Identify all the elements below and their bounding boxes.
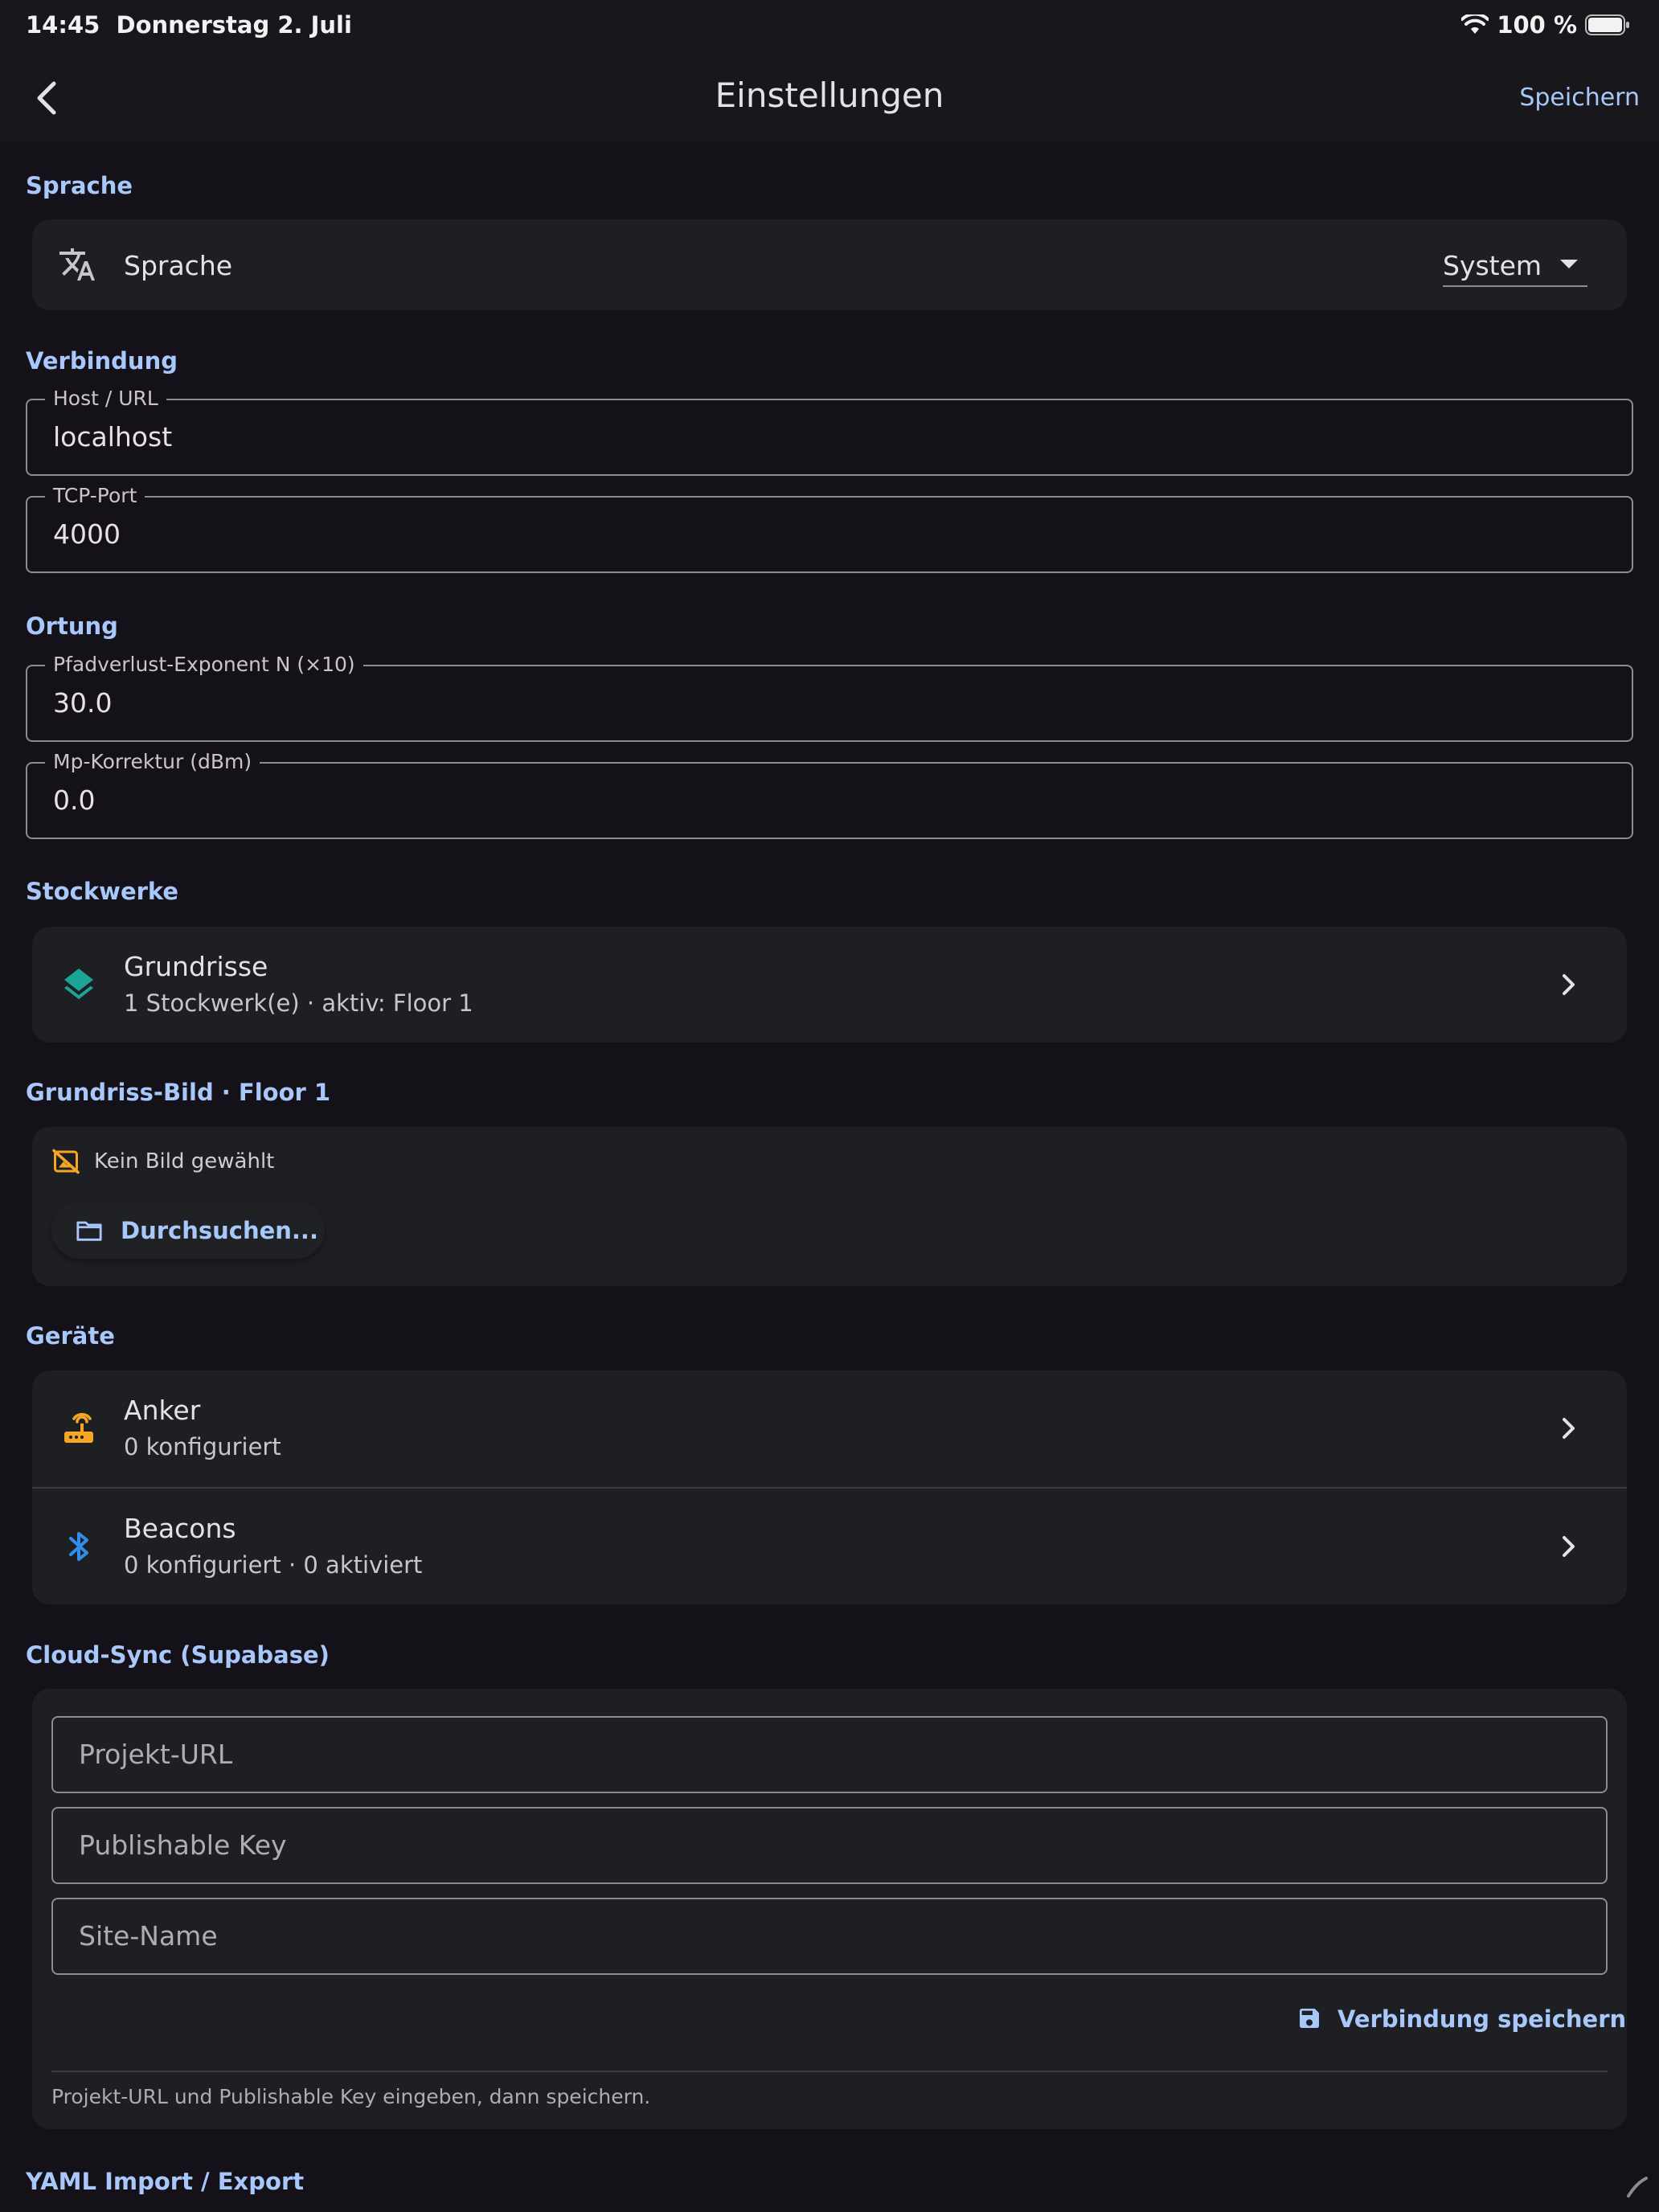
router-icon [59, 1409, 98, 1448]
devices-card: Anker 0 konfiguriert Beacons 0 konfiguri… [32, 1370, 1627, 1604]
floor-plans-title: Grundrisse [124, 951, 268, 982]
host-url-value: localhost [53, 421, 173, 453]
section-location: Ortung [26, 612, 118, 640]
publishable-key-input[interactable]: Publishable Key [51, 1807, 1608, 1884]
save-button[interactable]: Speichern [1519, 84, 1640, 112]
translate-icon [58, 245, 96, 284]
save-disk-icon [1300, 2009, 1319, 2028]
mp-correction-value: 0.0 [53, 784, 96, 816]
chevron-right-icon [1563, 974, 1575, 995]
mp-correction-field[interactable]: Mp-Korrektur (dBm) 0.0 [26, 750, 1633, 839]
anchors-row[interactable]: Anker 0 konfiguriert [32, 1370, 1627, 1486]
battery-icon [1585, 14, 1629, 35]
beacons-row[interactable]: Beacons 0 konfiguriert · 0 aktiviert [32, 1489, 1627, 1604]
tcp-port-label: TCP-Port [45, 484, 145, 507]
anchors-title: Anker [124, 1395, 201, 1426]
path-loss-exponent-value: 30.0 [53, 687, 113, 719]
image-off-icon [51, 1147, 80, 1176]
chevron-right-icon [1563, 1536, 1575, 1557]
section-yaml: YAML Import / Export [26, 2168, 305, 2195]
section-devices: Geräte [26, 1322, 115, 1350]
floor-plans-row[interactable]: Grundrisse 1 Stockwerk(e) · aktiv: Floor… [32, 927, 1627, 1043]
mp-correction-label: Mp-Korrektur (dBm) [45, 750, 260, 773]
section-connection: Verbindung [26, 347, 178, 375]
status-time: 14:45 [26, 11, 100, 39]
language-dropdown[interactable]: System [1443, 236, 1587, 287]
app-bar: Einstellungen Speichern [0, 53, 1659, 141]
folder-icon [76, 1221, 102, 1241]
beacons-subtitle: 0 konfiguriert · 0 aktiviert [124, 1551, 423, 1579]
site-name-input[interactable]: Site-Name [51, 1898, 1608, 1975]
beacons-title: Beacons [124, 1513, 236, 1544]
site-name-placeholder: Site-Name [79, 1920, 218, 1952]
tcp-port-value: 4000 [53, 518, 121, 550]
dropdown-arrow-icon [1560, 260, 1578, 268]
wifi-icon [1461, 14, 1489, 34]
language-label: Sprache [124, 250, 233, 281]
bluetooth-icon [59, 1527, 98, 1566]
no-image-text: Kein Bild gewählt [94, 1149, 275, 1174]
status-right: 100 % [1461, 11, 1630, 39]
language-dropdown-value: System [1443, 250, 1542, 281]
section-language: Sprache [26, 172, 133, 199]
section-floors: Stockwerke [26, 878, 179, 905]
path-loss-exponent-label: Pfadverlust-Exponent N (×10) [45, 653, 363, 676]
save-connection-label: Verbindung speichern [1337, 2005, 1627, 2033]
status-date: Donnerstag 2. Juli [116, 11, 352, 39]
floor-plans-subtitle: 1 Stockwerk(e) · aktiv: Floor 1 [124, 989, 473, 1017]
scroll-indicator-icon [1627, 2177, 1648, 2198]
project-url-placeholder: Projekt-URL [79, 1739, 233, 1770]
browse-button[interactable]: Durchsuchen... [51, 1201, 325, 1259]
section-floor-image: Grundriss-Bild · Floor 1 [26, 1079, 331, 1106]
section-cloud-sync: Cloud-Sync (Supabase) [26, 1641, 330, 1669]
anchors-subtitle: 0 konfiguriert [124, 1433, 281, 1460]
status-time-date: 14:45 Donnerstag 2. Juli [26, 11, 352, 39]
chevron-right-icon [1563, 1418, 1575, 1439]
tcp-port-field[interactable]: TCP-Port 4000 [26, 484, 1633, 573]
publishable-key-placeholder: Publishable Key [79, 1829, 287, 1861]
browse-label: Durchsuchen... [121, 1217, 318, 1244]
layers-icon [59, 965, 98, 1004]
status-bar: 14:45 Donnerstag 2. Juli 100 % [0, 0, 1659, 53]
cloud-sync-hint: Projekt-URL und Publishable Key eingeben… [51, 2085, 651, 2108]
page-title: Einstellungen [715, 76, 944, 115]
language-card: Sprache System [32, 219, 1627, 310]
battery-percent: 100 % [1497, 11, 1577, 39]
save-connection-button[interactable]: Verbindung speichern [1286, 1993, 1627, 2046]
floors-card: Grundrisse 1 Stockwerk(e) · aktiv: Floor… [32, 927, 1627, 1043]
floor-image-card: Kein Bild gewählt Durchsuchen... [32, 1127, 1627, 1286]
host-url-label: Host / URL [45, 387, 166, 410]
host-url-field[interactable]: Host / URL localhost [26, 387, 1633, 476]
path-loss-exponent-field[interactable]: Pfadverlust-Exponent N (×10) 30.0 [26, 653, 1633, 742]
divider [51, 2071, 1608, 2072]
project-url-input[interactable]: Projekt-URL [51, 1716, 1608, 1793]
cloud-sync-card: Projekt-URL Publishable Key Site-Name Ve… [32, 1689, 1627, 2129]
